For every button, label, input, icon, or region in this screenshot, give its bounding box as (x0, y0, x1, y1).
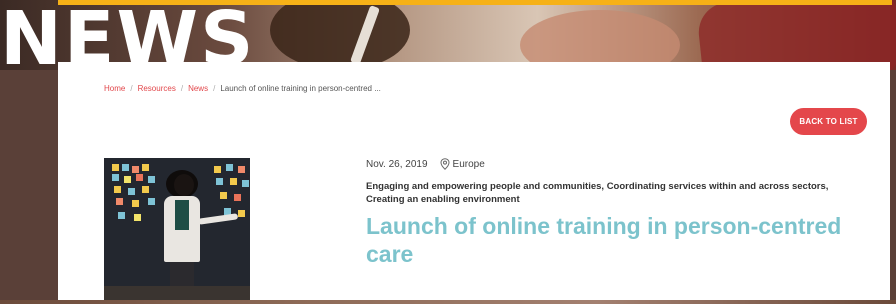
article-card: Home / Resources / News / Launch of online tra… (58, 62, 890, 304)
breadcrumb: Home / Resources / News / Launch of online tra… (104, 84, 381, 93)
breadcrumb-current: Launch of online training in person-cent… (220, 84, 381, 93)
breadcrumb-news[interactable]: News (188, 84, 208, 93)
hero-title: NEWS (0, 0, 256, 70)
article-image (104, 158, 250, 304)
article-location: Europe (452, 158, 485, 170)
article-tags: Engaging and empowering people and commu… (366, 181, 829, 205)
article-title: Launch of online training in person-cent… (366, 213, 842, 267)
hero-banner: NEWS (0, 0, 896, 70)
page-bottom-strip (0, 300, 896, 304)
breadcrumb-resources[interactable]: Resources (138, 84, 176, 93)
breadcrumb-home[interactable]: Home (104, 84, 125, 93)
article-meta: Nov. 26, 2019 Europe (366, 158, 485, 170)
article-date: Nov. 26, 2019 (366, 158, 428, 170)
back-to-list-button[interactable]: BACK TO LIST (790, 108, 867, 135)
map-pin-icon (440, 158, 450, 170)
